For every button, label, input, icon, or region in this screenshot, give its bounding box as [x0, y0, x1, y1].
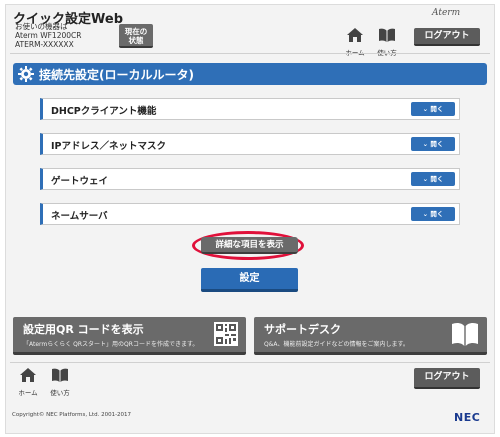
accordion-label: ネームサーバ — [51, 211, 108, 222]
accordion-label: ゲートウェイ — [51, 176, 109, 187]
support-panel-desc: Q&A、機能前設定ガイドなどの情報をご案内します。 — [264, 341, 409, 348]
accordion-label: DHCPクライアント機能 — [51, 106, 157, 117]
copyright-text: Copyright© NEC Platforms, Ltd. 2001-2017 — [12, 412, 132, 418]
open-label: 開く — [430, 140, 444, 148]
footer-logout-button[interactable]: ログアウト — [414, 368, 480, 389]
nec-logo: NEC — [454, 411, 481, 424]
gear-icon — [18, 66, 34, 82]
aterm-brand-logo: Aterm — [432, 8, 461, 18]
open-label: 開く — [430, 175, 444, 183]
footer-help-link[interactable]: 使い方 — [47, 367, 73, 397]
submit-button[interactable]: 設定 — [201, 268, 298, 292]
status-button-line1: 現在の — [124, 27, 148, 36]
status-button-line2: 状態 — [128, 36, 144, 45]
header-logout-button[interactable]: ログアウト — [414, 28, 480, 46]
book-icon — [52, 368, 68, 382]
chevron-down-icon: ⌄ — [422, 210, 429, 218]
accordion-name-server[interactable]: ネームサーバ ⌄ 開く — [40, 203, 460, 225]
open-label: 開く — [430, 210, 444, 218]
device-id: ATERM-XXXXXX — [15, 40, 74, 49]
book-icon — [379, 28, 395, 42]
open-button[interactable]: ⌄ 開く — [411, 137, 455, 151]
open-button[interactable]: ⌄ 開く — [411, 207, 455, 221]
chevron-down-icon: ⌄ — [422, 140, 429, 148]
current-status-button[interactable]: 現在の 状態 — [119, 24, 153, 48]
footer-divider — [10, 362, 490, 363]
qr-panel-title: 設定用QR コードを表示 — [23, 323, 144, 336]
device-model: Aterm WF1200CR — [15, 31, 82, 40]
footer-help-label: 使い方 — [50, 389, 70, 397]
device-info: お使いの機器は Aterm WF1200CR ATERM-XXXXXX — [15, 22, 81, 49]
book-icon — [452, 322, 478, 346]
home-icon — [347, 28, 363, 42]
accordion-label: IPアドレス／ネットマスク — [51, 141, 166, 152]
footer-home-link[interactable]: ホーム — [15, 367, 41, 397]
section-header: 接続先設定(ローカルルータ) — [13, 63, 487, 85]
header-home-label: ホーム — [345, 49, 365, 57]
open-button[interactable]: ⌄ 開く — [411, 172, 455, 186]
show-details-button[interactable]: 詳細な項目を表示 — [201, 237, 298, 254]
chevron-down-icon: ⌄ — [422, 105, 429, 113]
home-icon — [20, 368, 36, 382]
open-button[interactable]: ⌄ 開く — [411, 102, 455, 116]
header-help-label: 使い方 — [377, 49, 397, 57]
qr-panel-desc: 「Atermらくらく QRスタート」用のQRコードを作成できます。 — [23, 341, 199, 348]
footer-home-label: ホーム — [18, 389, 38, 397]
section-title: 接続先設定(ローカルルータ) — [39, 68, 194, 82]
accordion-ip-netmask[interactable]: IPアドレス／ネットマスク ⌄ 開く — [40, 133, 460, 155]
qr-code-panel[interactable]: 設定用QR コードを表示 「Atermらくらく QRスタート」用のQRコードを作… — [13, 317, 246, 355]
device-label: お使いの機器は — [15, 22, 68, 31]
qr-code-icon — [214, 322, 238, 346]
header-divider — [10, 53, 490, 54]
support-desk-panel[interactable]: サポートデスク Q&A、機能前設定ガイドなどの情報をご案内します。 — [254, 317, 487, 355]
support-panel-title: サポートデスク — [264, 323, 341, 336]
chevron-down-icon: ⌄ — [422, 175, 429, 183]
accordion-gateway[interactable]: ゲートウェイ ⌄ 開く — [40, 168, 460, 190]
accordion-dhcp-client[interactable]: DHCPクライアント機能 ⌄ 開く — [40, 98, 460, 120]
open-label: 開く — [430, 105, 444, 113]
